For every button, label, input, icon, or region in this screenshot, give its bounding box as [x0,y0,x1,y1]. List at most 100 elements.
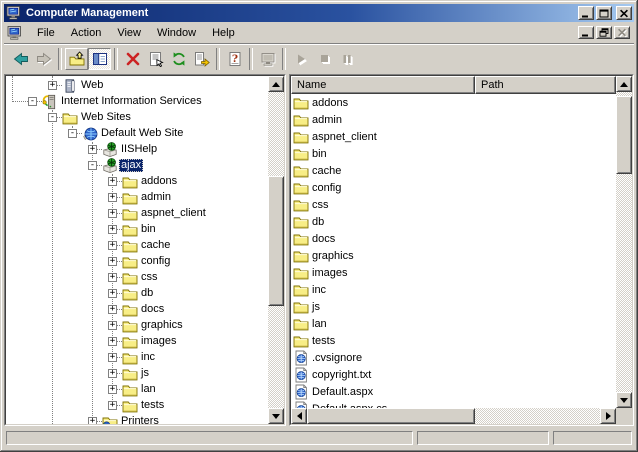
list-item-admin[interactable]: admin [291,112,616,129]
mdi-restore-button[interactable] [596,26,612,39]
list-item-addons[interactable]: addons [291,95,616,112]
expand-icon[interactable]: + [108,177,117,186]
tree-item-docs[interactable]: +docs [6,302,268,318]
tree-item-web-sites[interactable]: -Web Sites [6,110,268,126]
collapse-icon[interactable]: - [88,161,97,170]
toolbar-up-one-level-button[interactable] [65,48,88,70]
toolbar-refresh-button[interactable] [167,48,190,70]
list-item-css[interactable]: css [291,197,616,214]
list-item-aspnet-client[interactable]: aspnet_client [291,129,616,146]
result-list-inner: NamePath addonsadminaspnet_clientbincach… [290,75,633,425]
tree-item-iishelp[interactable]: +IISHelp [6,142,268,158]
tree-item-printers[interactable]: +Printers [6,414,268,424]
tree-item-config[interactable]: +config [6,254,268,270]
list-item-db[interactable]: db [291,214,616,231]
tree-item-bin[interactable]: +bin [6,222,268,238]
expand-icon[interactable]: + [108,305,117,314]
list-item-tests[interactable]: tests [291,333,616,350]
expand-icon[interactable]: + [108,273,117,282]
tree-item-tests[interactable]: +tests [6,398,268,414]
expand-icon[interactable]: + [108,193,117,202]
toolbar-properties-button[interactable] [144,48,167,70]
expand-icon[interactable]: + [108,225,117,234]
tree-item-addons[interactable]: +addons [6,174,268,190]
menu-view[interactable]: View [109,24,149,42]
maximize-button[interactable] [596,6,612,20]
expand-icon[interactable]: + [108,241,117,250]
column-header-path[interactable]: Path [475,76,616,94]
list-item-default-aspx[interactable]: Default.aspx [291,384,616,401]
scroll-up-button[interactable] [268,76,284,92]
list-item-js[interactable]: js [291,299,616,316]
tree-item-label: images [139,335,178,348]
collapse-icon[interactable]: - [48,113,57,122]
expand-icon[interactable]: + [88,417,97,424]
tree-item-default-web-site[interactable]: -Default Web Site [6,126,268,142]
tree-item-js[interactable]: +js [6,366,268,382]
list-item-default-aspx-cs[interactable]: Default.aspx.cs [291,401,616,408]
scroll-right-button[interactable] [600,408,616,424]
expand-icon[interactable]: + [108,337,117,346]
expand-icon[interactable]: + [108,289,117,298]
expand-icon[interactable]: + [108,369,117,378]
close-button[interactable] [616,6,632,20]
toolbar-help-button[interactable] [223,48,246,70]
list-item-name: graphics [312,250,354,263]
list-item-graphics[interactable]: graphics [291,248,616,265]
tree-item-internet-information-services[interactable]: -Internet Information Services [6,94,268,110]
expand-icon[interactable]: + [88,145,97,154]
toolbar-export-list-button[interactable] [190,48,213,70]
list-item-config[interactable]: config [291,180,616,197]
scrollbar-thumb[interactable] [307,408,475,424]
list-horizontal-scrollbar[interactable] [291,408,616,424]
list-item-cvsignore[interactable]: .cvsignore [291,350,616,367]
collapse-icon[interactable]: - [28,97,37,106]
scroll-left-button[interactable] [291,408,307,424]
tree-item-db[interactable]: +db [6,286,268,302]
tree-item-inc[interactable]: +inc [6,350,268,366]
menu-items: FileActionViewWindowHelp [29,24,243,42]
list-vertical-scrollbar[interactable] [616,76,632,408]
list-item-bin[interactable]: bin [291,146,616,163]
scrollbar-thumb[interactable] [268,176,284,306]
tree-item-css[interactable]: +css [6,270,268,286]
list-item-docs[interactable]: docs [291,231,616,248]
tree-item-ajax[interactable]: -ajax [6,158,268,174]
tree-item-aspnet-client[interactable]: +aspnet_client [6,206,268,222]
menu-file[interactable]: File [29,24,63,42]
expand-icon[interactable]: + [108,257,117,266]
scrollbar-thumb[interactable] [616,96,632,174]
scroll-up-button[interactable] [616,76,632,92]
list-item-cache[interactable]: cache [291,163,616,180]
expand-icon[interactable]: + [108,401,117,410]
mdi-minimize-button[interactable] [578,26,594,39]
expand-icon[interactable]: + [108,385,117,394]
list-item-images[interactable]: images [291,265,616,282]
menu-help[interactable]: Help [204,24,243,42]
column-header-name[interactable]: Name [291,76,475,94]
scroll-down-button[interactable] [268,408,284,424]
console-window-icon[interactable] [7,25,23,41]
list-item-lan[interactable]: lan [291,316,616,333]
tree-vertical-scrollbar[interactable] [268,76,284,424]
expand-icon[interactable]: + [108,209,117,218]
tree-item-images[interactable]: + images [6,334,268,350]
expand-icon[interactable]: + [48,81,57,90]
list-item-inc[interactable]: inc [291,282,616,299]
menu-action[interactable]: Action [63,24,110,42]
minimize-button[interactable] [578,6,594,20]
toolbar-back-button[interactable] [9,48,32,70]
menu-window[interactable]: Window [149,24,204,42]
tree-item-graphics[interactable]: +graphics [6,318,268,334]
collapse-icon[interactable]: - [68,129,77,138]
list-item-copyright-txt[interactable]: copyright.txt [291,367,616,384]
toolbar-delete-button[interactable] [121,48,144,70]
toolbar-show-hide-console-tree-button[interactable] [88,48,111,70]
tree-item-admin[interactable]: +admin [6,190,268,206]
tree-item-cache[interactable]: +cache [6,238,268,254]
tree-item-lan[interactable]: +lan [6,382,268,398]
scroll-down-button[interactable] [616,392,632,408]
expand-icon[interactable]: + [108,321,117,330]
expand-icon[interactable]: + [108,353,117,362]
tree-item-web[interactable]: +Web [6,78,268,94]
